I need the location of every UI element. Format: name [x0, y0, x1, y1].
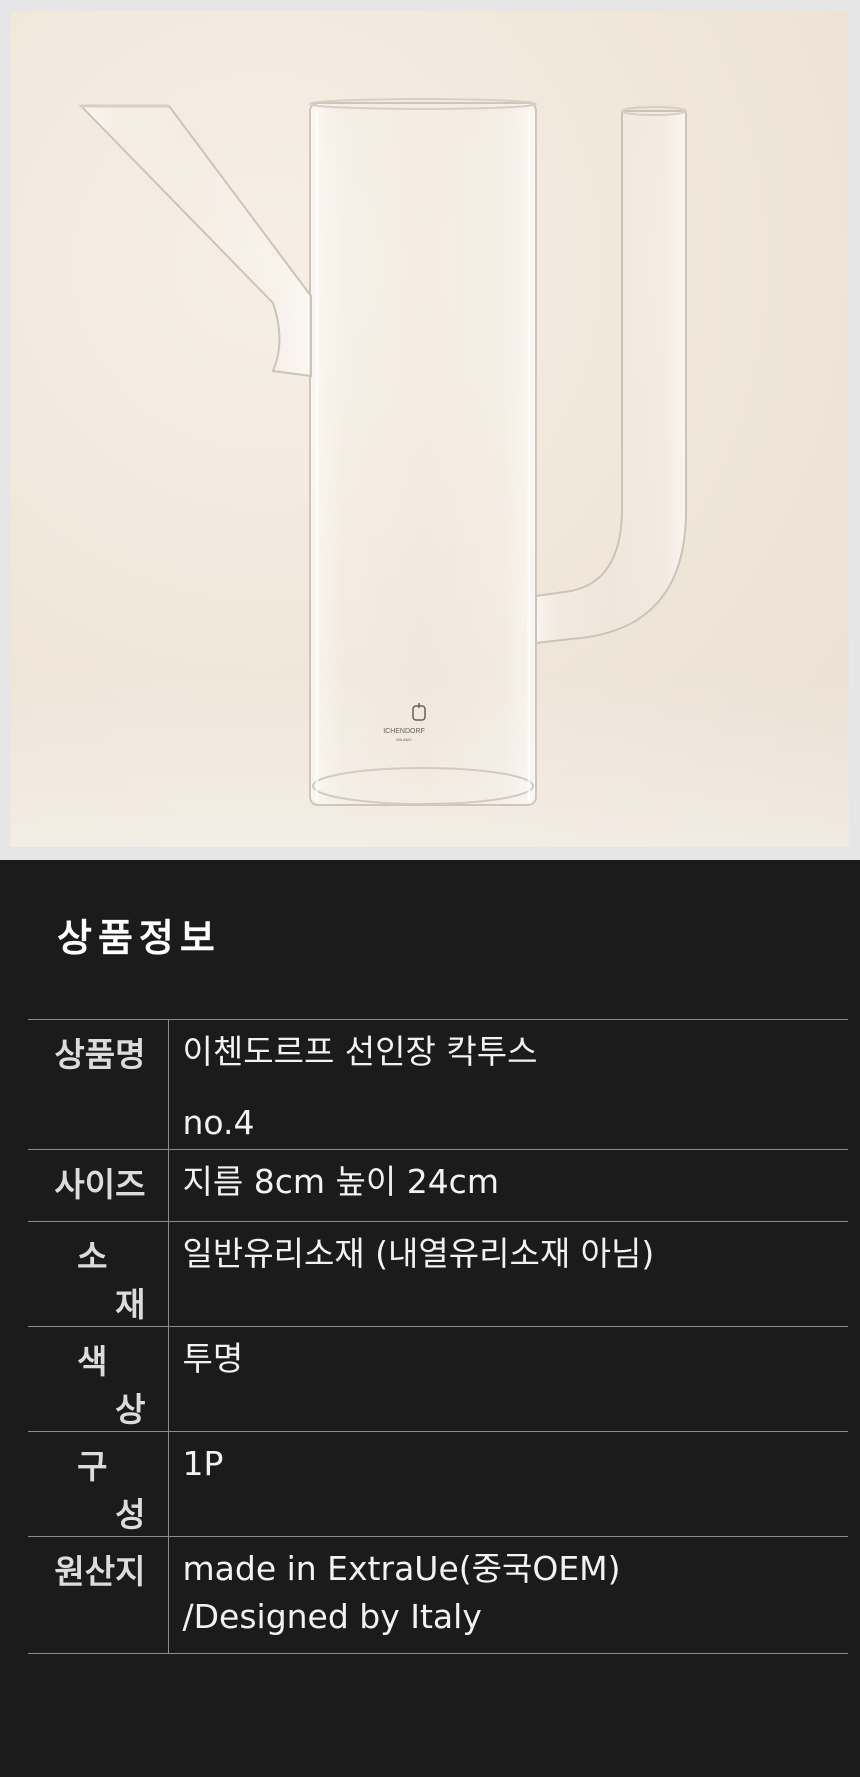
spec-row-name: 상품명 이첸도르프 선인장 칵투스 no.4: [28, 1019, 848, 1150]
spec-row-size: 사이즈 지름 8cm 높이 24cm: [28, 1149, 848, 1222]
spec-value-color: 투명: [182, 1339, 244, 1378]
product-info-section: 상품정보 상품명 이첸도르프 선인장 칵투스 no.4 사이즈 지름 8cm 높…: [0, 860, 860, 1777]
spec-row-composition: 구성 1P: [28, 1431, 848, 1537]
spec-value-origin: made in ExtraUe(중국OEM) /Designed by Ital…: [168, 1537, 848, 1654]
product-photo: ICHENDORF MILANO: [11, 11, 849, 847]
spec-label-origin: 원산지: [28, 1536, 169, 1654]
spec-label-size: 사이즈: [28, 1149, 169, 1222]
spec-value-name-line2: no.4: [182, 1103, 255, 1142]
spec-label-material: 소재: [28, 1221, 169, 1327]
spec-label-name: 상품명: [28, 1019, 169, 1150]
spec-value-origin-line2: /Designed by Italy: [182, 1597, 482, 1636]
spec-row-origin: 원산지 made in ExtraUe(중국OEM) /Designed by …: [28, 1536, 848, 1654]
spec-row-material: 소재 일반유리소재 (내열유리소재 아님): [28, 1221, 848, 1327]
spec-value-name: 이첸도르프 선인장 칵투스 no.4: [168, 1020, 848, 1150]
spec-value-material: 일반유리소재 (내열유리소재 아님): [182, 1234, 655, 1273]
spec-row-color: 색상 투명: [28, 1326, 848, 1432]
spec-label-color: 색상: [28, 1326, 169, 1432]
brand-logo-subtext: MILANO: [396, 737, 411, 742]
glass-pitcher-illustration: ICHENDORF MILANO: [78, 98, 687, 806]
product-image-frame: ICHENDORF MILANO: [0, 0, 860, 860]
spec-value-origin-line1: made in ExtraUe(중국OEM): [182, 1549, 621, 1588]
spec-label-composition: 구성: [28, 1431, 169, 1537]
spec-value-size: 지름 8cm 높이 24cm: [182, 1162, 499, 1201]
spec-value-composition: 1P: [182, 1444, 224, 1483]
product-info-title: 상품정보: [57, 916, 221, 960]
brand-logo-text: ICHENDORF: [383, 728, 425, 735]
product-spec-table: 상품명 이첸도르프 선인장 칵투스 no.4 사이즈 지름 8cm 높이 24c…: [28, 1019, 848, 1654]
spec-value-name-line1: 이첸도르프 선인장 칵투스: [182, 1032, 538, 1071]
